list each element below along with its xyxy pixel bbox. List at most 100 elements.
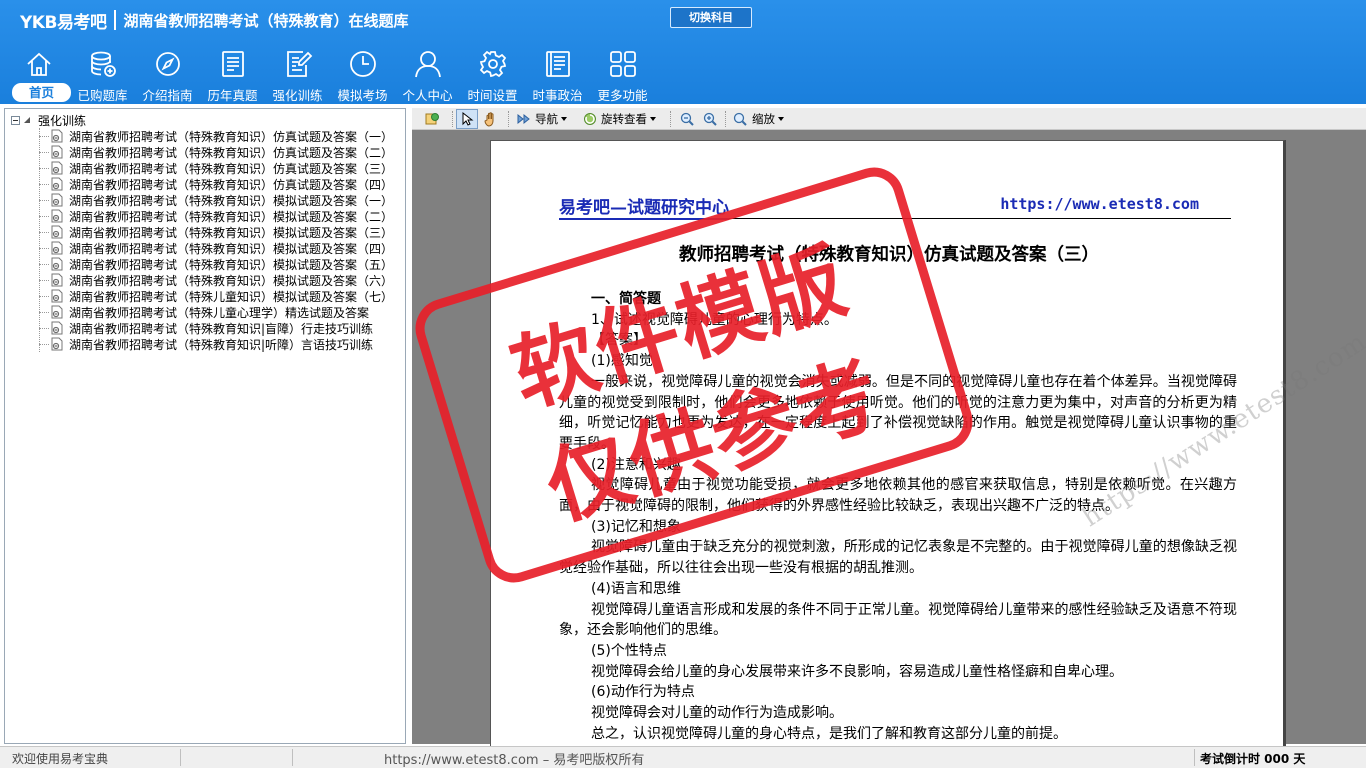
magnifier-icon — [733, 112, 747, 126]
paragraph: 视觉障碍儿童语言形成和发展的条件不同于正常儿童。视觉障碍给儿童带来的感性经验缺乏… — [559, 601, 1237, 639]
exam-countdown: 考试倒计时 000 天 — [1200, 752, 1306, 766]
subheading: (4)语言和思维 — [591, 580, 681, 597]
tree-connector — [39, 295, 49, 297]
zoom-label: 缩放 — [752, 112, 775, 126]
rotate-label: 旋转查看 — [601, 112, 647, 126]
nav-item-guide[interactable]: 介绍指南 — [135, 46, 200, 104]
toolbar-divider — [725, 111, 726, 127]
nav-item-mock-exam[interactable]: 模拟考场 — [330, 46, 395, 104]
newspaper-icon — [545, 51, 570, 77]
tree-item[interactable]: 湖南省教师招聘考试（特殊教育知识|听障）言语技巧训练 — [39, 336, 373, 352]
nav-item-past-papers[interactable]: 历年真题 — [200, 46, 265, 104]
nav-item-training[interactable]: 强化训练 — [265, 46, 330, 104]
tree-item[interactable]: 湖南省教师招聘考试（特殊教育知识）模拟试题及答案（六） — [39, 272, 393, 288]
database-icon — [90, 51, 116, 77]
zoom-in-button[interactable] — [702, 109, 718, 129]
tree-item-label: 湖南省教师招聘考试（特殊儿童心理学）精选试题及答案 — [69, 305, 370, 320]
hand-tool-button[interactable] — [483, 109, 499, 129]
document-icon — [51, 257, 63, 271]
status-copyright: https://www.etest8.com – 易考吧版权所有 — [384, 753, 645, 768]
gear-icon — [479, 50, 506, 78]
tree-item[interactable]: 湖南省教师招聘考试（特殊教育知识）模拟试题及答案（一） — [39, 192, 393, 208]
tree-item-label: 湖南省教师招聘考试（特殊教育知识）模拟试题及答案（四） — [69, 241, 394, 256]
nav-item-home[interactable]: 首页 — [6, 46, 71, 104]
subheading: (6)动作行为特点 — [591, 684, 695, 701]
tree-item[interactable]: 湖南省教师招聘考试（特殊儿童心理学）精选试题及答案 — [39, 304, 369, 320]
zoom-dropdown[interactable]: 缩放 — [732, 109, 784, 129]
tree-item[interactable]: 湖南省教师招聘考试（特殊教育知识）模拟试题及答案（五） — [39, 256, 393, 272]
edit-document-icon — [286, 51, 312, 77]
nav-label: 历年真题 — [207, 88, 258, 103]
tree-connector — [39, 263, 49, 265]
home-icon — [26, 52, 51, 76]
page-header-brand: 易考吧—试题研究中心 — [559, 193, 729, 220]
switch-subject-button[interactable]: 切换科目 — [670, 7, 752, 28]
page-header-url: https://www.etest8.com — [1000, 195, 1199, 213]
rotate-dropdown[interactable]: 旋转查看 — [582, 109, 656, 129]
nav-item-time-settings[interactable]: 时间设置 — [460, 46, 525, 104]
tree-item-label: 湖南省教师招聘考试（特殊教育知识）模拟试题及答案（一） — [69, 193, 394, 208]
nav-item-more[interactable]: 更多功能 — [590, 46, 655, 104]
tree-item[interactable]: 湖南省教师招聘考试（特殊教育知识）仿真试题及答案（一） — [39, 128, 393, 144]
status-divider — [1194, 749, 1195, 766]
tree-connector — [39, 167, 49, 169]
tree-item[interactable]: 湖南省教师招聘考试（特殊教育知识|盲障）行走技巧训练 — [39, 320, 373, 336]
user-icon — [414, 51, 441, 78]
rotate-icon — [584, 113, 596, 125]
toolbar-divider — [670, 111, 671, 127]
forward-icon — [517, 113, 530, 125]
tree-item[interactable]: 湖南省教师招聘考试（特殊教育知识）模拟试题及答案（二） — [39, 208, 393, 224]
tree-panel[interactable]: 强化训练 湖南省教师招聘考试（特殊教育知识）仿真试题及答案（一） 湖南省教师招聘考… — [4, 108, 406, 744]
tree-item-label: 湖南省教师招聘考试（特殊教育知识）模拟试题及答案（二） — [69, 209, 394, 224]
nav-label: 强化训练 — [272, 88, 323, 103]
tree-connector — [39, 311, 49, 313]
tree-item[interactable]: 湖南省教师招聘考试（特殊教育知识）仿真试题及答案（四） — [39, 176, 393, 192]
export-button[interactable] — [424, 109, 440, 129]
zoom-out-icon — [680, 112, 694, 126]
chevron-down-icon — [650, 117, 656, 121]
tree-root[interactable]: 强化训练 — [11, 112, 86, 128]
app-brand: YKB易考吧 湖南省教师招聘考试（特殊教育）在线题库 — [20, 8, 408, 33]
tree-item-label: 湖南省教师招聘考试（特殊教育知识）模拟试题及答案（三） — [69, 225, 394, 240]
tree-item-label: 湖南省教师招聘考试（特殊教育知识）模拟试题及答案（五） — [69, 257, 394, 272]
tree-connector — [39, 215, 49, 217]
zoom-out-button[interactable] — [679, 109, 695, 129]
status-divider — [180, 749, 181, 766]
document-icon — [51, 145, 63, 159]
tree-connector — [39, 343, 49, 345]
nav-item-purchased[interactable]: 已购题库 — [70, 46, 135, 104]
tree-connector — [39, 327, 49, 329]
tree-item-label: 湖南省教师招聘考试（特殊教育知识）仿真试题及答案（三） — [69, 161, 394, 176]
brand-divider — [114, 10, 117, 30]
nav-item-current-affairs[interactable]: 时事政治 — [525, 46, 590, 104]
tree-item-label: 湖南省教师招聘考试（特殊儿童知识）模拟试题及答案（七） — [69, 289, 394, 304]
nav-item-profile[interactable]: 个人中心 — [395, 46, 460, 104]
tree-item-label: 湖南省教师招聘考试（特殊教育知识|盲障）行走技巧训练 — [69, 321, 374, 336]
navigate-label: 导航 — [535, 112, 558, 126]
nav-label: 更多功能 — [597, 88, 648, 103]
subheading: (5)个性特点 — [591, 642, 667, 659]
tree-connector — [39, 279, 49, 281]
toolbar-divider — [452, 111, 453, 127]
tree-item[interactable]: 湖南省教师招聘考试（特殊儿童知识）模拟试题及答案（七） — [39, 288, 393, 304]
paragraph: 视觉障碍会给儿童的身心发展带来许多不良影响，容易造成儿童性格怪癖和自卑心理。 — [591, 663, 1123, 680]
document-icon — [51, 225, 63, 239]
viewer-toolbar: 导航 旋转查看 缩放 — [412, 108, 1366, 130]
tree-item[interactable]: 湖南省教师招聘考试（特殊教育知识）模拟试题及答案（三） — [39, 224, 393, 240]
clock-icon — [349, 51, 376, 77]
select-tool-button[interactable] — [456, 109, 478, 129]
collapse-toggle-icon[interactable] — [11, 115, 20, 125]
tree-item-label: 湖南省教师招聘考试（特殊教育知识）模拟试题及答案（六） — [69, 273, 394, 288]
grid-icon — [609, 51, 636, 77]
tree-item[interactable]: 湖南省教师招聘考试（特殊教育知识）仿真试题及答案（三） — [39, 160, 393, 176]
tree-item-label: 湖南省教师招聘考试（特殊教育知识）仿真试题及答案（二） — [69, 145, 394, 160]
navigate-dropdown[interactable]: 导航 — [516, 109, 567, 129]
tree-item[interactable]: 湖南省教师招聘考试（特殊教育知识）模拟试题及答案（四） — [39, 240, 393, 256]
document-icon — [51, 305, 63, 319]
document-icon — [51, 241, 63, 255]
tree-item[interactable]: 湖南省教师招聘考试（特殊教育知识）仿真试题及答案（二） — [39, 144, 393, 160]
status-bar: 欢迎使用易考宝典 https://www.etest8.com – 易考吧版权所… — [0, 746, 1366, 768]
nav-label: 时间设置 — [467, 88, 518, 103]
paragraph: 视觉障碍会对儿童的动作行为造成影响。 — [591, 705, 843, 722]
tree-connector — [39, 135, 49, 137]
